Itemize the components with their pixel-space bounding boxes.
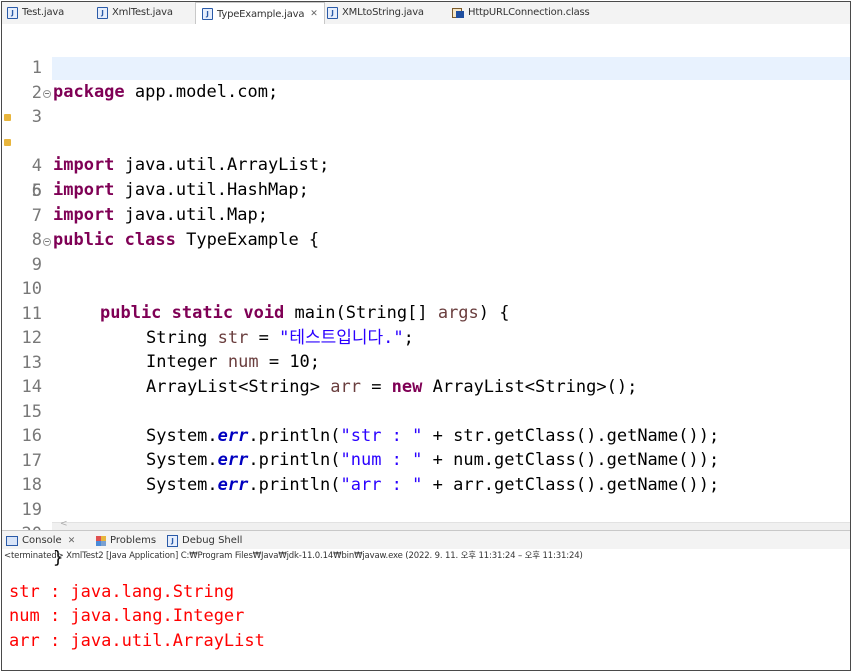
tab-label: XMLtoString.java <box>342 7 424 18</box>
fold-toggle-icon[interactable] <box>43 238 51 246</box>
code-line: 9 public static void main(String[] args)… <box>2 229 850 323</box>
java-file-icon: J <box>202 8 213 20</box>
console-icon <box>6 535 18 546</box>
code-line: 14 <box>2 351 850 397</box>
tab-debug-shell[interactable]: J Debug Shell <box>167 533 242 548</box>
console-tab-bar: Console ✕ Problems J Debug Shell <box>2 530 850 549</box>
code-line: 4 import java.util.HashMap; <box>2 106 850 200</box>
class-file-icon <box>452 7 464 18</box>
code-line: 8 <box>2 204 850 250</box>
console-output-line: str : java.lang.String <box>9 582 235 602</box>
java-file-icon: J <box>7 6 18 19</box>
tab-xmltostring-java[interactable]: J XMLtoString.java <box>327 2 424 23</box>
code-line: 12 Integer num = 10; <box>2 302 850 372</box>
tab-problems[interactable]: Problems <box>96 533 156 548</box>
code-line: 20 } <box>2 498 850 568</box>
code-line: 3 import java.util.ArrayList; <box>2 81 850 175</box>
code-line: 5 import java.util.Map; <box>2 131 850 225</box>
horizontal-scrollbar[interactable]: < <box>52 519 850 530</box>
eclipse-window: J Test.java J XmlTest.java J TypeExample… <box>1 1 851 671</box>
tab-label: Debug Shell <box>182 535 243 546</box>
code-line: 1 package app.model.com; <box>2 32 850 102</box>
tab-label: HttpURLConnection.class <box>468 7 590 18</box>
scroll-left-icon[interactable]: < <box>60 519 68 529</box>
close-icon[interactable]: ✕ <box>68 536 76 546</box>
tab-httpurlconnection-class[interactable]: HttpURLConnection.class <box>452 2 590 23</box>
tab-label: Console <box>22 535 62 546</box>
console-output-line: arr : java.util.ArrayList <box>9 631 265 651</box>
code-line: 11 String str = "테스트입니다."; <box>2 278 850 348</box>
tab-xmltest-java[interactable]: J XmlTest.java <box>97 2 173 23</box>
tab-label: TypeExample.java <box>217 8 305 20</box>
problems-icon <box>96 535 106 546</box>
tab-label: XmlTest.java <box>112 7 173 18</box>
tab-test-java[interactable]: J Test.java <box>7 2 64 23</box>
code-line: 17 System.err.println("arr : " + arr.get… <box>2 425 850 495</box>
code-line: 18 <box>2 449 850 495</box>
debug-shell-icon: J <box>167 534 178 547</box>
code-line: 2 <box>2 57 850 103</box>
warning-icon[interactable] <box>4 114 11 121</box>
console-process-status: <terminated> XmlTest2 [Java Application]… <box>4 551 583 561</box>
code-line: 13 ArrayList<String> arr = new ArrayList… <box>2 327 850 397</box>
editor-tab-bar: J Test.java J XmlTest.java J TypeExample… <box>2 2 850 25</box>
java-file-icon: J <box>97 6 108 19</box>
code-line: 10 <box>2 253 850 299</box>
console-output-line: num : java.lang.Integer <box>9 606 245 626</box>
code-line: 19 } <box>2 474 850 544</box>
tab-typeexample-java[interactable]: J TypeExample.java ✕ <box>195 2 325 25</box>
code-editor[interactable]: 1 package app.model.com; 2 3 import java… <box>2 24 850 568</box>
warning-icon[interactable] <box>4 139 11 146</box>
code-line: 7 public class TypeExample { <box>2 180 850 250</box>
close-icon[interactable]: ✕ <box>310 9 318 19</box>
tab-console[interactable]: Console ✕ <box>6 533 75 548</box>
tab-label: Test.java <box>22 7 65 18</box>
java-file-icon: J <box>327 6 338 19</box>
code-line: 16 System.err.println("num : " + num.get… <box>2 400 850 470</box>
tab-label: Problems <box>110 535 157 546</box>
code-line: 6 <box>2 155 850 201</box>
fold-toggle-icon[interactable] <box>43 90 51 98</box>
code-line: 15 System.err.println("str : " + str.get… <box>2 376 850 446</box>
